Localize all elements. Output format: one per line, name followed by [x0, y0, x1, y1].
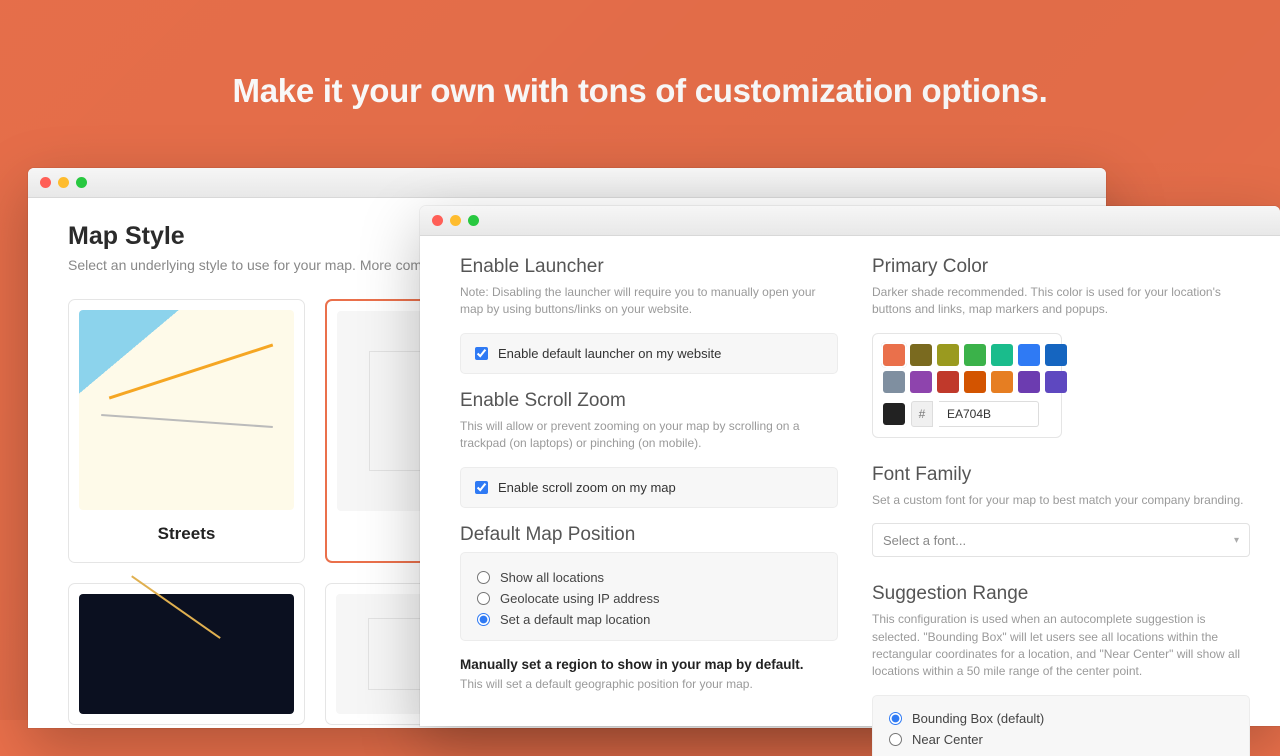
color-swatch[interactable] [964, 344, 986, 366]
titlebar [420, 206, 1280, 236]
section-title-font: Font Family [872, 464, 1250, 486]
manual-region-note: This will set a default geographic posit… [460, 676, 838, 693]
checkbox-label: Enable scroll zoom on my map [498, 480, 676, 495]
section-note: Note: Disabling the launcher will requir… [460, 284, 838, 319]
radio-default-location[interactable]: Set a default map location [477, 609, 821, 630]
radio-label: Near Center [912, 732, 983, 747]
section-note: This will allow or prevent zooming on yo… [460, 418, 838, 453]
section-title-position: Default Map Position [460, 524, 838, 546]
radio-geolocate[interactable]: Geolocate using IP address [477, 588, 821, 609]
current-color-icon [883, 403, 905, 425]
radio-input[interactable] [889, 712, 902, 725]
radio-show-all[interactable]: Show all locations [477, 567, 821, 588]
radio-label: Show all locations [500, 570, 604, 585]
color-swatch[interactable] [1045, 371, 1067, 393]
radio-input[interactable] [477, 571, 490, 584]
color-swatch[interactable] [937, 344, 959, 366]
manual-region-heading: Manually set a region to show in your ma… [460, 657, 838, 672]
map-thumbnail-streets [79, 310, 294, 510]
radio-input[interactable] [477, 613, 490, 626]
minimize-icon[interactable] [58, 177, 69, 188]
chevron-down-icon: ▾ [1234, 535, 1239, 546]
hero-headline: Make it your own with tons of customizat… [0, 0, 1280, 110]
launcher-checkbox[interactable] [475, 347, 488, 360]
launcher-panel: Enable default launcher on my website [460, 333, 838, 374]
section-title-launcher: Enable Launcher [460, 256, 838, 278]
color-swatch[interactable] [1018, 371, 1040, 393]
hash-label: # [911, 401, 933, 427]
select-placeholder: Select a font... [883, 533, 966, 548]
radio-label: Set a default map location [500, 612, 650, 627]
section-title-scroll: Enable Scroll Zoom [460, 390, 838, 412]
maximize-icon[interactable] [468, 215, 479, 226]
scroll-panel: Enable scroll zoom on my map [460, 467, 838, 508]
titlebar [28, 168, 1106, 198]
radio-input[interactable] [477, 592, 490, 605]
section-title-primary-color: Primary Color [872, 256, 1250, 278]
map-thumbnail-dark [79, 594, 294, 714]
swatch-grid [883, 344, 1051, 393]
font-select[interactable]: Select a font... ▾ [872, 523, 1250, 557]
style-card-streets[interactable]: Streets [68, 299, 305, 563]
scroll-checkbox[interactable] [475, 481, 488, 494]
color-swatch[interactable] [883, 371, 905, 393]
radio-input[interactable] [889, 733, 902, 746]
maximize-icon[interactable] [76, 177, 87, 188]
color-swatch[interactable] [910, 344, 932, 366]
color-swatch[interactable] [964, 371, 986, 393]
scroll-checkbox-row[interactable]: Enable scroll zoom on my map [475, 480, 823, 495]
color-swatch[interactable] [1018, 344, 1040, 366]
section-note: Set a custom font for your map to best m… [872, 492, 1250, 509]
settings-right-column: Primary Color Darker shade recommended. … [872, 254, 1250, 756]
section-note: Darker shade recommended. This color is … [872, 284, 1250, 319]
launcher-checkbox-row[interactable]: Enable default launcher on my website [475, 346, 823, 361]
radio-label: Geolocate using IP address [500, 591, 659, 606]
color-swatch[interactable] [883, 344, 905, 366]
color-swatch[interactable] [910, 371, 932, 393]
radio-label: Bounding Box (default) [912, 711, 1044, 726]
close-icon[interactable] [432, 215, 443, 226]
position-panel: Show all locations Geolocate using IP ad… [460, 552, 838, 641]
color-swatch[interactable] [991, 344, 1013, 366]
close-icon[interactable] [40, 177, 51, 188]
radio-bounding-box[interactable]: Bounding Box (default) [889, 708, 1233, 729]
radio-near-center[interactable]: Near Center [889, 729, 1233, 750]
hex-input[interactable] [939, 401, 1039, 427]
style-card-label: Streets [79, 524, 294, 544]
window-settings: Enable Launcher Note: Disabling the laun… [420, 206, 1280, 726]
checkbox-label: Enable default launcher on my website [498, 346, 721, 361]
section-note: This configuration is used when an autoc… [872, 611, 1250, 681]
range-panel: Bounding Box (default) Near Center [872, 695, 1250, 756]
color-swatch[interactable] [1045, 344, 1067, 366]
section-title-range: Suggestion Range [872, 583, 1250, 605]
color-swatch[interactable] [937, 371, 959, 393]
color-swatch[interactable] [991, 371, 1013, 393]
minimize-icon[interactable] [450, 215, 461, 226]
style-card-dark[interactable] [68, 583, 305, 725]
color-picker: # [872, 333, 1062, 438]
settings-left-column: Enable Launcher Note: Disabling the laun… [460, 254, 838, 756]
